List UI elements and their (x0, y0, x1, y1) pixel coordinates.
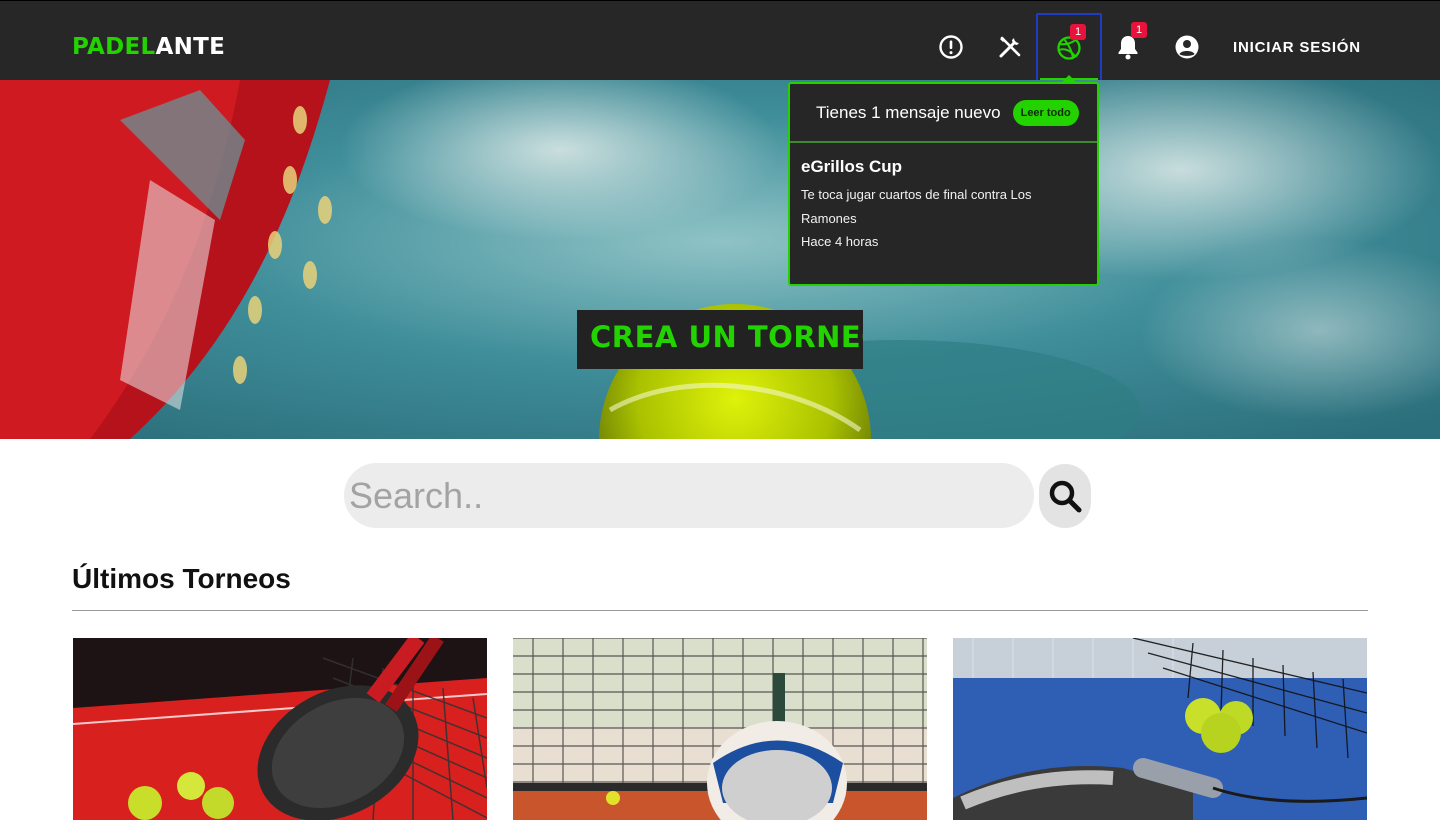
notifications-dropdown: Tienes 1 mensaje nuevo Leer todo eGrillo… (788, 75, 1099, 286)
notification-time: Hace 4 horas (801, 234, 879, 249)
tournament-card[interactable] (73, 638, 487, 820)
tournament-card[interactable] (513, 638, 927, 820)
read-all-button[interactable]: Leer todo (1012, 99, 1079, 126)
create-tournament-button[interactable]: CREA UN TORNEO (577, 310, 863, 369)
tournament-card[interactable] (953, 638, 1367, 820)
tournaments-nav-button[interactable]: 1 (1036, 13, 1102, 81)
user-icon (1175, 35, 1199, 59)
search-button[interactable] (1039, 464, 1091, 528)
notification-message: Te toca jugar cuartos de final contra Lo… (801, 187, 1032, 226)
new-messages-text: Tienes 1 mensaje nuevo (816, 102, 1001, 122)
brand-logo[interactable]: PADELANTE (72, 34, 225, 60)
login-link[interactable]: INICIAR SESIÓN (1233, 39, 1361, 56)
section-title: Últimos Torneos (72, 563, 291, 594)
brand-part-1: PADEL (72, 34, 156, 60)
section-divider (72, 610, 1368, 611)
alert-nav-button[interactable] (918, 13, 984, 81)
brand-part-2: ANTE (155, 34, 226, 60)
notifications-badge: 1 (1131, 22, 1147, 38)
tournaments-badge: 1 (1070, 24, 1086, 40)
search-icon (1049, 480, 1082, 513)
tournament-image (953, 638, 1367, 820)
account-nav-button[interactable] (1154, 13, 1220, 81)
hero-banner: CREA UN TORNEO (0, 80, 1440, 439)
notification-title: eGrillos Cup (801, 157, 903, 176)
tools-icon (999, 36, 1021, 58)
tournament-image (73, 638, 487, 820)
dropdown-header: Tienes 1 mensaje nuevo Leer todo (790, 84, 1097, 143)
alert-icon (939, 35, 963, 59)
notifications-nav-button[interactable]: 1 (1095, 13, 1161, 81)
hero-image (0, 80, 1440, 439)
navbar: PADELANTE 1 1 INICIAR SESIÓN (0, 0, 1440, 81)
tournament-image (513, 638, 927, 820)
notification-item[interactable]: eGrillos Cup Te toca jugar cuartos de fi… (790, 143, 1097, 249)
search-input[interactable] (344, 463, 1034, 528)
dropdown-caret (1060, 75, 1078, 84)
tools-nav-button[interactable] (977, 13, 1043, 81)
